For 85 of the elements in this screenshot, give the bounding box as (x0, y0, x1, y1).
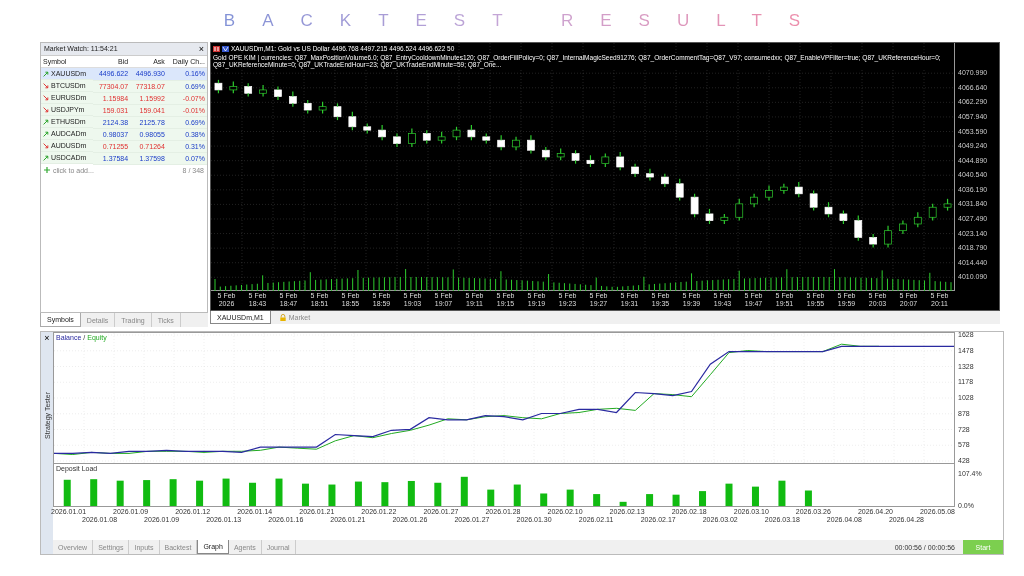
candle (259, 84, 267, 98)
plus-icon (44, 167, 50, 173)
deposit-load-bar (699, 491, 707, 506)
deposit-load-bar (434, 482, 442, 506)
candle (913, 211, 922, 228)
deposit-load-bar (407, 480, 415, 506)
deposit-load-bar (143, 480, 151, 506)
candle (780, 183, 788, 195)
deposit-load-bar (778, 480, 786, 506)
candle (303, 99, 312, 114)
candle (943, 198, 952, 212)
deposit-load-bar (646, 494, 654, 506)
candle (735, 198, 744, 222)
candle (869, 233, 877, 249)
deposit-load-bar (301, 483, 309, 506)
candle (229, 80, 238, 94)
candle (646, 168, 654, 181)
candle (318, 101, 327, 114)
deposit-load-bar (63, 479, 71, 506)
candle (661, 173, 669, 188)
deposit-load-bar (116, 480, 124, 506)
deposit-load-bar (90, 479, 98, 506)
deposit-load-bar (804, 490, 812, 506)
candle (333, 102, 342, 121)
candle (393, 132, 401, 148)
close-button[interactable]: × (44, 334, 50, 342)
close-button[interactable]: × (198, 45, 204, 53)
candle (512, 136, 520, 151)
deposit-load-bar (354, 481, 362, 506)
deposit-load-bar (222, 478, 230, 506)
candle (809, 189, 818, 212)
deposit-load-bar (460, 476, 468, 506)
candle (765, 184, 773, 202)
candle (824, 201, 833, 218)
candle (452, 126, 461, 141)
candle (884, 225, 892, 249)
lock-icon (279, 314, 286, 321)
deposit-load-bar (328, 484, 336, 506)
candle (616, 151, 625, 171)
candle (527, 134, 535, 155)
candle (482, 132, 491, 145)
deposit-load-bar (725, 483, 733, 506)
deposit-load-bar (196, 480, 204, 506)
candle (497, 134, 505, 151)
candle (289, 91, 297, 108)
candle (556, 147, 565, 161)
deposit-load-bar (513, 484, 521, 506)
candle (705, 208, 714, 225)
deposit-load-bar (249, 482, 257, 506)
chart-type-icon (213, 45, 220, 52)
candle (348, 111, 357, 131)
candle (586, 154, 595, 168)
candle (928, 203, 937, 222)
deposit-load-bar (169, 479, 177, 506)
deposit-load-bar (275, 478, 283, 506)
candle (750, 193, 758, 208)
candle (601, 153, 610, 168)
candle (408, 127, 416, 148)
candle (467, 124, 476, 141)
candle (720, 213, 729, 225)
candle (899, 220, 907, 235)
deposit-load-bar (381, 482, 389, 506)
candle (794, 181, 803, 198)
candle (631, 163, 639, 178)
deposit-load-bar (619, 501, 627, 506)
deposit-load-bar (566, 489, 574, 506)
deposit-load-bar (540, 493, 548, 506)
candle (675, 178, 684, 202)
deposit-load-bar (593, 494, 601, 506)
deposit-load-bar (751, 486, 759, 506)
candle (541, 146, 550, 161)
deposit-load-bar (487, 489, 495, 506)
candle (274, 85, 282, 101)
candle (690, 193, 699, 218)
candle (363, 122, 372, 135)
candle (378, 124, 386, 141)
candle (214, 79, 223, 94)
candle (571, 149, 580, 165)
candle (244, 82, 253, 98)
expert-icon (222, 45, 229, 52)
candle (422, 129, 431, 145)
deposit-load-bar (672, 494, 680, 506)
candle (839, 209, 848, 225)
candle (854, 215, 863, 242)
candle (437, 131, 446, 145)
